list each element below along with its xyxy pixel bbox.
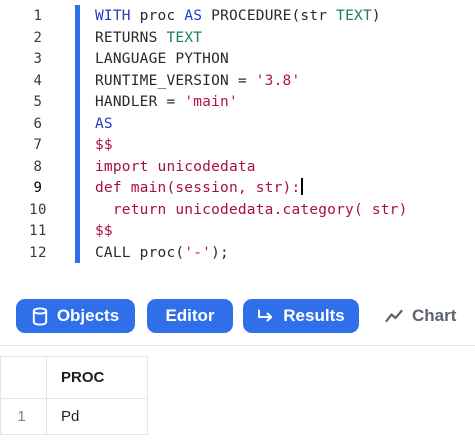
line-number: 7 <box>33 137 43 153</box>
selected-block-indicator <box>75 5 80 263</box>
code-line[interactable]: AS <box>95 114 408 136</box>
code-line[interactable]: return unicodedata.category( str) <box>95 200 408 222</box>
code-line[interactable]: CALL proc('-'); <box>95 243 408 265</box>
line-number: 8 <box>33 158 43 175</box>
results-toolbar: Objects Editor Results Chart <box>0 290 475 346</box>
line-chart-icon <box>385 309 403 323</box>
line-number: 1 <box>33 8 43 24</box>
row-number: 1 <box>0 399 47 434</box>
line-number: 10 <box>29 201 47 218</box>
code-token: LANGUAGE PYTHON <box>95 51 229 67</box>
line-number: 3 <box>33 51 43 67</box>
grid-header: PROC <box>0 356 148 399</box>
code-line[interactable]: WITH proc AS PROCEDURE(str TEXT) <box>95 6 408 28</box>
code-line[interactable]: def main(session, str): <box>95 178 408 200</box>
code-token: '3.8' <box>255 72 301 89</box>
code-line[interactable]: $$ <box>95 221 408 243</box>
database-icon <box>32 306 48 326</box>
column-header-proc[interactable]: PROC <box>47 357 148 399</box>
toolbar-divider <box>0 345 475 346</box>
line-number: 4 <box>33 72 43 89</box>
code-token: AS <box>95 115 113 132</box>
code-token: PROCEDURE(str <box>202 8 337 24</box>
results-button-label: Results <box>283 306 345 325</box>
objects-button-label: Objects <box>56 306 120 325</box>
text-cursor <box>301 178 303 195</box>
line-number: 12 <box>29 244 47 261</box>
code-token: HANDLER = <box>95 94 185 110</box>
code-token: def main(session, str): <box>95 180 301 196</box>
code-line[interactable]: import unicodedata <box>95 157 408 179</box>
editor-button-label: Editor <box>165 306 215 325</box>
editor-button[interactable]: Editor <box>147 299 233 333</box>
code-line[interactable]: LANGUAGE PYTHON <box>95 49 408 71</box>
code-line[interactable]: RETURNS TEXT <box>95 28 408 50</box>
code-line[interactable]: HANDLER = 'main' <box>95 92 408 114</box>
code-token: 'main' <box>184 94 238 110</box>
line-number: 6 <box>33 115 43 132</box>
code-area[interactable]: WITH proc AS PROCEDURE(str TEXT) RETURNS … <box>95 6 408 264</box>
code-token: proc <box>130 8 185 24</box>
table-cell[interactable]: Pd <box>47 399 148 434</box>
code-token: ); <box>211 244 229 261</box>
code-line[interactable]: RUNTIME_VERSION = '3.8' <box>95 71 408 93</box>
code-token: RETURNS <box>95 29 167 46</box>
code-token: $$ <box>95 137 113 153</box>
code-token: import unicodedata <box>95 158 256 175</box>
code-token: CALL proc( <box>95 244 185 261</box>
code-token: TEXT <box>336 8 372 24</box>
code-token: $$ <box>95 223 113 239</box>
line-number: 9 <box>33 180 43 196</box>
code-token: TEXT <box>166 29 203 46</box>
chart-button[interactable]: Chart <box>380 299 466 333</box>
code-token: '-' <box>184 244 212 261</box>
results-grid: PROC 1 Pd <box>0 356 148 442</box>
chart-button-label: Chart <box>412 306 457 325</box>
code-token: AS <box>184 8 203 24</box>
line-number: 11 <box>29 223 47 239</box>
line-number: 5 <box>33 94 43 110</box>
code-token: WITH <box>95 8 131 24</box>
code-editor[interactable]: 1 2 3 4 5 6 7 8 9 10 11 12 WITH proc AS PROCEDURE(s… <box>0 0 475 272</box>
code-line[interactable]: $$ <box>95 135 408 157</box>
return-arrow-icon <box>257 309 274 324</box>
line-number: 2 <box>33 29 43 46</box>
code-token: ) <box>371 8 381 24</box>
code-token: return unicodedata.category( str) <box>95 201 408 218</box>
code-token: RUNTIME_VERSION = <box>95 72 256 89</box>
grid-corner-cell <box>0 357 47 399</box>
table-row[interactable]: 1 Pd <box>0 399 148 435</box>
objects-button[interactable]: Objects <box>16 299 135 333</box>
line-number-gutter: 1 2 3 4 5 6 7 8 9 10 11 12 <box>0 6 60 264</box>
results-button[interactable]: Results <box>243 299 359 333</box>
